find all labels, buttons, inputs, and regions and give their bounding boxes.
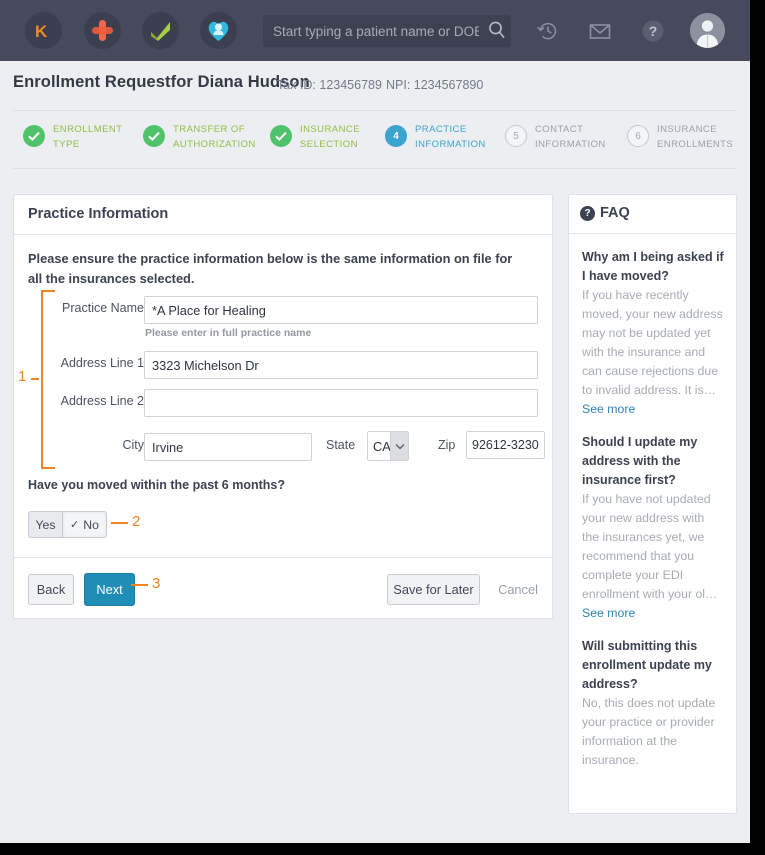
step-label-line2: SELECTION: [300, 138, 358, 150]
step-number: 5: [505, 125, 527, 147]
toggle-no-label: No: [83, 517, 99, 532]
practice-name-label: Practice Name: [62, 301, 144, 315]
step-label: INSURANCE ENROLLMENTS: [657, 123, 749, 152]
practice-name-hint: Please enter in full practice name: [145, 327, 312, 339]
step-status-icon: [23, 125, 45, 147]
faq-answer: If you have recently moved, your new add…: [582, 288, 723, 397]
step-label-line2: INFORMATION: [535, 138, 606, 150]
check-icon: ✓: [70, 519, 80, 531]
enrollment-stepper: ENROLLMENT TYPE TRANSFER OF AUTHORIZATIO…: [0, 111, 750, 168]
save-for-later-button[interactable]: Save for Later: [387, 574, 480, 605]
address-line-2-label: Address Line 2: [60, 394, 144, 408]
faq-see-more-link[interactable]: See more: [582, 400, 724, 419]
address-line-1-label: Address Line 1: [60, 356, 144, 370]
zip-label: Zip: [438, 438, 456, 452]
step-label-line1: TRANSFER OF: [173, 124, 245, 135]
faq-question: Why am I being asked if I have moved?: [582, 250, 724, 283]
annotation-2-label: 2: [132, 513, 141, 530]
step-label: INSURANCE SELECTION: [300, 123, 392, 152]
annotation-3-dash: [131, 584, 148, 586]
faq-item: Will submitting this enrollment update m…: [569, 623, 736, 770]
state-label: State: [326, 438, 356, 452]
step-label: ENROLLMENT TYPE: [53, 123, 145, 152]
stepper-divider: [13, 168, 737, 169]
step-number: 6: [627, 125, 649, 147]
svg-text:K: K: [35, 22, 48, 41]
faq-answer: If you have not updated your new address…: [582, 492, 718, 601]
annotation-1-label: 1: [18, 368, 27, 385]
step-label-line1: ENROLLMENT: [53, 124, 123, 135]
practice-information-panel: Practice Information Please ensure the p…: [13, 194, 553, 619]
panel-title: Practice Information: [28, 206, 169, 222]
mail-icon[interactable]: [588, 19, 612, 43]
moved-toggle-group: Yes ✓ No: [28, 511, 107, 538]
step-label-line2: ENROLLMENTS: [657, 138, 734, 150]
help-icon[interactable]: ?: [641, 19, 665, 43]
patient-heart-logo[interactable]: [200, 12, 237, 49]
panel-intro-text: Please ensure the practice information b…: [28, 251, 513, 286]
footer-divider: [14, 557, 552, 558]
page-title: Enrollment Requestfor Diana Hudson: [13, 73, 310, 91]
step-label-line1: INSURANCE: [657, 124, 718, 135]
annotation-3-label: 3: [152, 575, 161, 592]
step-status-icon: [270, 125, 292, 147]
faq-answer: No, this does not update your practice o…: [582, 696, 716, 767]
address-line-1-input[interactable]: [144, 351, 538, 379]
npi-label: NPI: 1234567890: [386, 78, 484, 92]
avatar[interactable]: [690, 13, 725, 48]
faq-item: Why am I being asked if I have moved? If…: [569, 234, 736, 419]
faq-see-more-link[interactable]: See more: [582, 604, 724, 623]
step-label-line2: TYPE: [53, 138, 80, 150]
step-label: PRACTICE INFORMATION: [415, 123, 507, 152]
medical-cross-logo[interactable]: [84, 12, 121, 49]
step-status-icon: [143, 125, 165, 147]
tax-id-label: Tax ID: 123456789: [277, 78, 382, 92]
toggle-yes-button[interactable]: Yes: [28, 511, 62, 538]
app-window: K Start typing a patient name or DOB ? E…: [0, 0, 750, 843]
step-number: 4: [385, 125, 407, 147]
page-header: Enrollment Requestfor Diana Hudson Tax I…: [0, 61, 750, 111]
field-row-address-line-2: Address Line 2: [14, 389, 554, 417]
toggle-no-button[interactable]: ✓ No: [62, 511, 107, 538]
step-label-line1: PRACTICE: [415, 124, 467, 135]
step-label-line2: INFORMATION: [415, 138, 486, 150]
green-check-logo[interactable]: [142, 12, 179, 49]
address-line-2-input[interactable]: [144, 389, 538, 417]
history-icon[interactable]: [536, 19, 560, 43]
cancel-button[interactable]: Cancel: [492, 574, 544, 605]
kareo-k-logo[interactable]: K: [25, 12, 62, 49]
annotation-2-dash: [111, 522, 128, 524]
annotation-1-dash: [31, 378, 39, 380]
faq-header: ? FAQ: [569, 195, 736, 234]
faq-list: Why am I being asked if I have moved? If…: [569, 234, 736, 770]
state-select[interactable]: CA: [367, 431, 409, 461]
step-label-line1: CONTACT: [535, 124, 584, 135]
moved-question-label: Have you moved within the past 6 months?: [28, 478, 285, 492]
step-label: CONTACT INFORMATION: [535, 123, 627, 152]
faq-item: Should I update my address with the insu…: [569, 419, 736, 623]
step-label-line2: AUTHORIZATION: [173, 138, 256, 150]
annotation-1-bracket: [41, 290, 55, 469]
zip-input[interactable]: [466, 431, 545, 459]
step-label: TRANSFER OF AUTHORIZATION: [173, 123, 265, 152]
back-button[interactable]: Back: [28, 574, 74, 605]
faq-title: FAQ: [600, 205, 630, 221]
svg-text:?: ?: [649, 23, 658, 39]
faq-panel: ? FAQ Why am I being asked if I have mov…: [568, 194, 737, 814]
practice-name-input[interactable]: [144, 296, 538, 324]
top-navigation-bar: K Start typing a patient name or DOB ?: [0, 0, 750, 61]
field-row-address-line-1: Address Line 1: [14, 351, 554, 379]
faq-question: Should I update my address with the insu…: [582, 435, 698, 487]
next-button[interactable]: Next: [84, 573, 135, 606]
step-label-line1: INSURANCE: [300, 124, 361, 135]
field-row-practice-name: Practice Name: [14, 296, 554, 324]
question-mark-icon: ?: [580, 206, 595, 221]
panel-header: Practice Information: [14, 195, 552, 235]
city-input[interactable]: [144, 433, 312, 461]
faq-question: Will submitting this enrollment update m…: [582, 639, 712, 691]
city-label: City: [122, 438, 144, 452]
search-input[interactable]: [263, 15, 511, 47]
